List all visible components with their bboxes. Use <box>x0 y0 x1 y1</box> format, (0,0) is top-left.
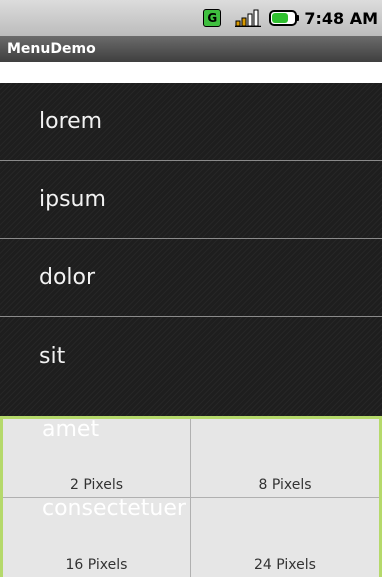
status-bar: G 7:48 AM <box>0 0 382 36</box>
menu-item-24-pixels[interactable]: 24 Pixels <box>191 498 379 577</box>
list-item-lorem[interactable]: lorem <box>0 83 382 161</box>
menu-item-16-pixels[interactable]: consectetuer 16 Pixels <box>3 496 191 577</box>
list-item-sit[interactable]: sit <box>0 317 382 395</box>
menu-item-8-pixels[interactable]: 8 Pixels <box>191 419 379 498</box>
list-item-dolor[interactable]: dolor <box>0 239 382 317</box>
options-menu: amet 2 Pixels 8 Pixels consectetuer 16 P… <box>0 416 382 577</box>
app-title: MenuDemo <box>7 41 96 57</box>
g-network-icon: G <box>203 9 222 27</box>
menu-item-label: 16 Pixels <box>65 557 128 573</box>
menu-item-label: 24 Pixels <box>254 557 316 573</box>
status-time: 7:48 AM <box>304 8 378 28</box>
app-title-bar: MenuDemo <box>0 36 382 62</box>
battery-icon <box>269 10 300 26</box>
signal-strength-icon <box>235 9 262 27</box>
menu-item-2-pixels[interactable]: amet 2 Pixels <box>3 417 191 498</box>
list-item-amet: amet <box>42 417 100 442</box>
menu-item-label: 2 Pixels <box>69 477 124 493</box>
menu-list: lorem ipsum dolor sit <box>0 83 382 423</box>
list-item-ipsum[interactable]: ipsum <box>0 161 382 239</box>
app-screen: G 7:48 AM MenuDemo lorem ipsum dolor sit… <box>0 0 382 577</box>
list-item-consectetuer: consectetuer <box>42 496 186 521</box>
content-header-strip <box>0 62 382 83</box>
menu-item-label: 8 Pixels <box>258 477 312 493</box>
